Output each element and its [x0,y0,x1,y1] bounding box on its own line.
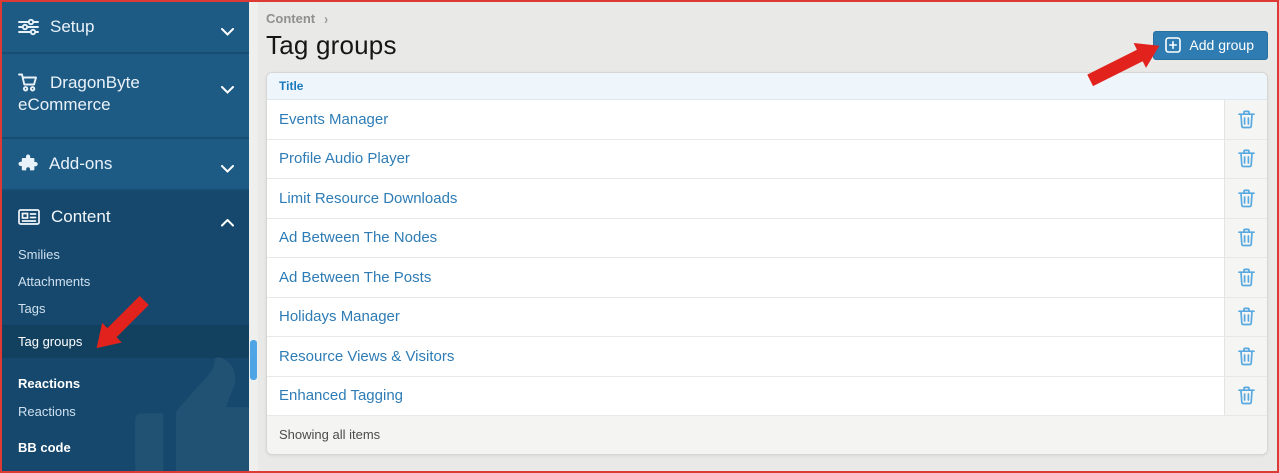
trash-icon [1238,307,1255,326]
sidebar-item-smilies[interactable]: Smilies [2,241,249,268]
tag-group-link[interactable]: Limit Resource Downloads [267,179,1224,218]
breadcrumb-link-content[interactable]: Content [266,11,315,26]
sidebar-scrollbar-track[interactable] [249,2,258,471]
table-column-header-title: Title [267,73,1267,100]
breadcrumb-separator: › [324,10,328,27]
sidebar-item-attachments[interactable]: Attachments [2,268,249,295]
row-action-cell [1224,140,1267,179]
delete-button[interactable] [1236,147,1257,170]
sidebar-item-reactions[interactable]: Reactions [2,398,249,425]
table-row: Limit Resource Downloads [267,179,1267,219]
sidebar-item-content[interactable]: Content [2,191,249,241]
table-row: Profile Audio Player [267,140,1267,180]
sidebar-item-dragonbyte-ecommerce[interactable]: DragonByte eCommerce [2,54,249,139]
table-row: Holidays Manager [267,298,1267,338]
cart-icon [18,73,39,92]
sidebar: Setup DragonByte eCommerce Add-ons [2,2,249,471]
sidebar-group-header-bb-code: BB code [2,434,249,462]
add-group-button-label: Add group [1189,37,1254,53]
row-action-cell [1224,219,1267,258]
row-action-cell [1224,179,1267,218]
delete-button[interactable] [1236,345,1257,368]
sidebar-item-tag-groups[interactable]: Tag groups [2,325,249,358]
row-action-cell [1224,258,1267,297]
table-footer-status: Showing all items [267,416,1267,454]
delete-button[interactable] [1236,384,1257,407]
trash-icon [1238,110,1255,129]
table-row: Resource Views & Visitors [267,337,1267,377]
table-row: Ad Between The Nodes [267,219,1267,259]
newspaper-icon [18,208,40,226]
sidebar-scrollbar-thumb[interactable] [250,340,257,380]
row-action-cell [1224,100,1267,139]
delete-button[interactable] [1236,266,1257,289]
sliders-icon [18,18,39,36]
sidebar-item-addons[interactable]: Add-ons [2,139,249,191]
plus-square-icon [1165,37,1181,53]
puzzle-icon [18,154,38,173]
tag-group-link[interactable]: Ad Between The Nodes [267,219,1224,258]
add-group-button[interactable]: Add group [1153,31,1268,60]
trash-icon [1238,149,1255,168]
tag-group-link[interactable]: Profile Audio Player [267,140,1224,179]
trash-icon [1238,268,1255,287]
breadcrumb: Content › [263,8,1268,26]
app-window: Setup DragonByte eCommerce Add-ons [2,2,1277,471]
delete-button[interactable] [1236,226,1257,249]
table-row: Ad Between The Posts [267,258,1267,298]
sidebar-group-header-reactions: Reactions [2,370,249,398]
table-row: Enhanced Tagging [267,377,1267,417]
delete-button[interactable] [1236,108,1257,131]
main-content: Content › Tag groups Add group Title Eve… [258,2,1277,471]
trash-icon [1238,189,1255,208]
trash-icon [1238,228,1255,247]
row-action-cell [1224,337,1267,376]
page-header: Tag groups Add group [266,30,1268,61]
chevron-down-icon [221,157,234,179]
tag-group-link[interactable]: Events Manager [267,100,1224,139]
tag-group-link[interactable]: Holidays Manager [267,298,1224,337]
chevron-down-icon [221,78,234,100]
trash-icon [1238,347,1255,366]
tag-group-link[interactable]: Enhanced Tagging [267,377,1224,416]
sidebar-item-label: Add-ons [49,154,112,173]
row-action-cell [1224,298,1267,337]
row-action-cell [1224,377,1267,416]
tag-group-link[interactable]: Ad Between The Posts [267,258,1224,297]
page-title: Tag groups [266,30,397,61]
delete-button[interactable] [1236,305,1257,328]
table-row: Events Manager [267,100,1267,140]
chevron-up-icon [221,211,234,233]
trash-icon [1238,386,1255,405]
sidebar-item-tags[interactable]: Tags [2,295,249,322]
chevron-down-icon [221,20,234,42]
sidebar-item-label: Content [51,207,111,226]
sidebar-section-content: Content Smilies Attachments Tags Tag gro… [2,191,249,471]
tag-group-link[interactable]: Resource Views & Visitors [267,337,1224,376]
tag-groups-panel: Title Events Manager Profile Audio Playe… [266,72,1268,455]
sidebar-item-setup[interactable]: Setup [2,2,249,54]
sidebar-item-label: Setup [50,17,94,36]
delete-button[interactable] [1236,187,1257,210]
